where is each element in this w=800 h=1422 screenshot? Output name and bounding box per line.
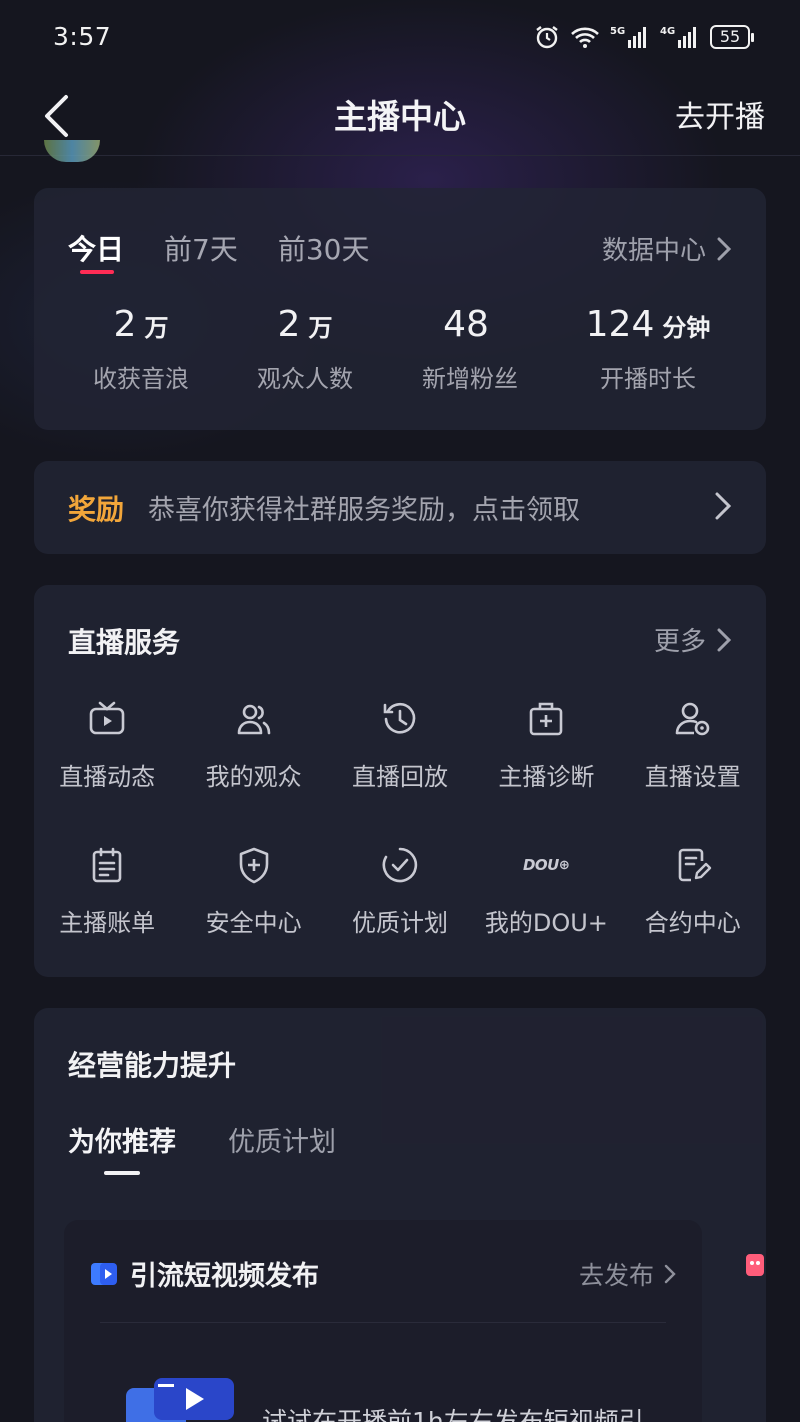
service-label: 直播回放 bbox=[351, 763, 448, 791]
signal-4g-icon: 4G bbox=[660, 24, 700, 50]
business-improvement-card: 经营能力提升 为你推荐 优质计划 引流短视频发布 去发布 bbox=[34, 1008, 766, 1422]
service-replay[interactable]: 直播回放 bbox=[327, 697, 473, 843]
stat-viewers[interactable]: 2万 观众人数 bbox=[248, 304, 362, 394]
section-title: 经营能力提升 bbox=[68, 1049, 237, 1082]
service-label: 我的观众 bbox=[205, 763, 302, 791]
divider bbox=[100, 1322, 666, 1323]
video-publish-icon bbox=[91, 1262, 117, 1285]
go-live-button[interactable]: 去开播 bbox=[675, 92, 765, 136]
stats-tabs: 今日 前7天 前30天 bbox=[68, 228, 370, 274]
service-label: 主播账单 bbox=[59, 909, 156, 937]
service-label: 我的DOU+ bbox=[484, 909, 608, 937]
recommendation-body: 试试在开播前1h左右发布短视频引 bbox=[262, 1407, 644, 1422]
stat-label: 收获音浪 bbox=[93, 365, 189, 393]
stat-label: 新增粉丝 bbox=[422, 365, 518, 393]
clipboard-icon bbox=[85, 843, 129, 887]
stat-value: 124 bbox=[585, 304, 655, 345]
chevron-right-icon bbox=[717, 237, 732, 260]
service-diagnosis[interactable]: 主播诊断 bbox=[473, 697, 619, 843]
stats-row: 2万 收获音浪 2万 观众人数 48 新增粉丝 124 分钟 开播时长 bbox=[34, 304, 766, 394]
service-label: 主播诊断 bbox=[498, 763, 595, 791]
service-quality-plan[interactable]: 优质计划 bbox=[327, 843, 473, 989]
video-thumbnail bbox=[126, 1378, 234, 1422]
dou-logo-text: DOU bbox=[522, 856, 559, 874]
service-label: 优质计划 bbox=[351, 909, 448, 937]
user-settings-icon bbox=[671, 697, 715, 741]
section-title: 直播服务 bbox=[68, 626, 181, 659]
business-tabs: 为你推荐 优质计划 bbox=[68, 1120, 336, 1175]
contract-edit-icon bbox=[671, 843, 715, 887]
services-grid: 直播动态 我的观众 直播回放 主播诊断 直播设置 主播账单 安全中心 优质计划 … bbox=[34, 697, 766, 989]
publish-label: 去发布 bbox=[578, 1261, 654, 1290]
stat-unit: 万 bbox=[144, 314, 169, 342]
wifi-icon bbox=[570, 25, 600, 49]
dou-plus-icon: DOU ⊕ bbox=[522, 843, 570, 887]
active-tab-indicator bbox=[80, 270, 114, 274]
recommendation-card[interactable]: 引流短视频发布 去发布 bbox=[64, 1220, 702, 1422]
medical-kit-icon bbox=[524, 697, 568, 741]
tab-label: 今日 bbox=[68, 233, 125, 266]
service-live-feed[interactable]: 直播动态 bbox=[34, 697, 180, 843]
service-anchor-bill[interactable]: 主播账单 bbox=[34, 843, 180, 989]
service-security-center[interactable]: 安全中心 bbox=[180, 843, 326, 989]
stat-value: 48 bbox=[443, 304, 489, 345]
service-my-audience[interactable]: 我的观众 bbox=[180, 697, 326, 843]
recommendation-title: 引流短视频发布 bbox=[130, 1261, 319, 1292]
service-label: 直播动态 bbox=[59, 763, 156, 791]
publish-link[interactable]: 去发布 bbox=[579, 1256, 676, 1292]
chevron-right-icon bbox=[717, 628, 732, 651]
tab-30-days[interactable]: 前30天 bbox=[278, 228, 370, 268]
recommendation-header: 引流短视频发布 bbox=[90, 1254, 319, 1293]
alarm-icon bbox=[534, 24, 560, 50]
stat-value: 2 bbox=[277, 304, 301, 345]
tab-today[interactable]: 今日 bbox=[68, 228, 125, 274]
status-time: 3:57 bbox=[53, 22, 112, 51]
svg-text:4G: 4G bbox=[660, 26, 675, 37]
tab-recommended[interactable]: 为你推荐 bbox=[68, 1120, 176, 1175]
audience-icon bbox=[232, 697, 276, 741]
chevron-right-icon bbox=[664, 1264, 676, 1284]
next-card-icon bbox=[746, 1254, 764, 1276]
reward-tag: 奖励 bbox=[68, 492, 125, 526]
battery-icon: 55 bbox=[710, 25, 754, 49]
data-center-label: 数据中心 bbox=[601, 236, 706, 266]
service-label: 合约中心 bbox=[644, 909, 741, 937]
service-live-settings[interactable]: 直播设置 bbox=[620, 697, 766, 843]
more-label: 更多 bbox=[653, 627, 706, 657]
stat-new-fans[interactable]: 48 新增粉丝 bbox=[362, 304, 578, 394]
stat-audio-waves[interactable]: 2万 收获音浪 bbox=[34, 304, 248, 394]
stats-card: 今日 前7天 前30天 数据中心 2万 收获音浪 2万 观众人数 48 新增粉丝… bbox=[34, 188, 766, 430]
tab-quality-plan[interactable]: 优质计划 bbox=[228, 1120, 336, 1159]
service-label: 安全中心 bbox=[205, 909, 302, 937]
stat-value: 2 bbox=[113, 304, 137, 345]
signal-5g-icon: 5G bbox=[610, 24, 650, 50]
stat-label: 观众人数 bbox=[257, 365, 353, 393]
top-nav-bar: 主播中心 去开播 bbox=[0, 78, 800, 156]
data-center-link[interactable]: 数据中心 bbox=[602, 230, 732, 267]
stat-unit: 万 bbox=[308, 314, 333, 342]
service-dou-plus[interactable]: DOU ⊕ 我的DOU+ bbox=[473, 843, 619, 989]
reward-text: 恭喜你获得社群服务奖励，点击领取 bbox=[148, 495, 581, 526]
chevron-right-icon bbox=[715, 492, 732, 520]
svg-text:5G: 5G bbox=[610, 26, 625, 37]
tv-icon bbox=[85, 697, 129, 741]
check-circle-icon bbox=[378, 843, 422, 887]
stat-label: 开播时长 bbox=[600, 365, 696, 393]
shield-plus-icon bbox=[232, 843, 276, 887]
tab-label: 为你推荐 bbox=[68, 1127, 176, 1158]
status-bar: 3:57 5G 4G 55 bbox=[0, 0, 800, 78]
live-services-card: 直播服务 更多 直播动态 我的观众 直播回放 主播诊断 直播设置 主播账单 安全… bbox=[34, 585, 766, 977]
service-contract-center[interactable]: 合约中心 bbox=[620, 843, 766, 989]
tab-7-days[interactable]: 前7天 bbox=[164, 228, 238, 268]
reward-banner[interactable]: 奖励 恭喜你获得社群服务奖励，点击领取 bbox=[34, 461, 766, 554]
active-tab-indicator bbox=[104, 1171, 140, 1175]
stat-unit: 分钟 bbox=[662, 314, 711, 342]
more-link[interactable]: 更多 bbox=[654, 621, 732, 658]
replay-icon bbox=[378, 697, 422, 741]
plus-circle-icon: ⊕ bbox=[558, 857, 570, 873]
service-label: 直播设置 bbox=[644, 763, 741, 791]
stat-live-duration[interactable]: 124 分钟 开播时长 bbox=[578, 304, 718, 394]
status-icons: 5G 4G 55 bbox=[534, 24, 754, 50]
